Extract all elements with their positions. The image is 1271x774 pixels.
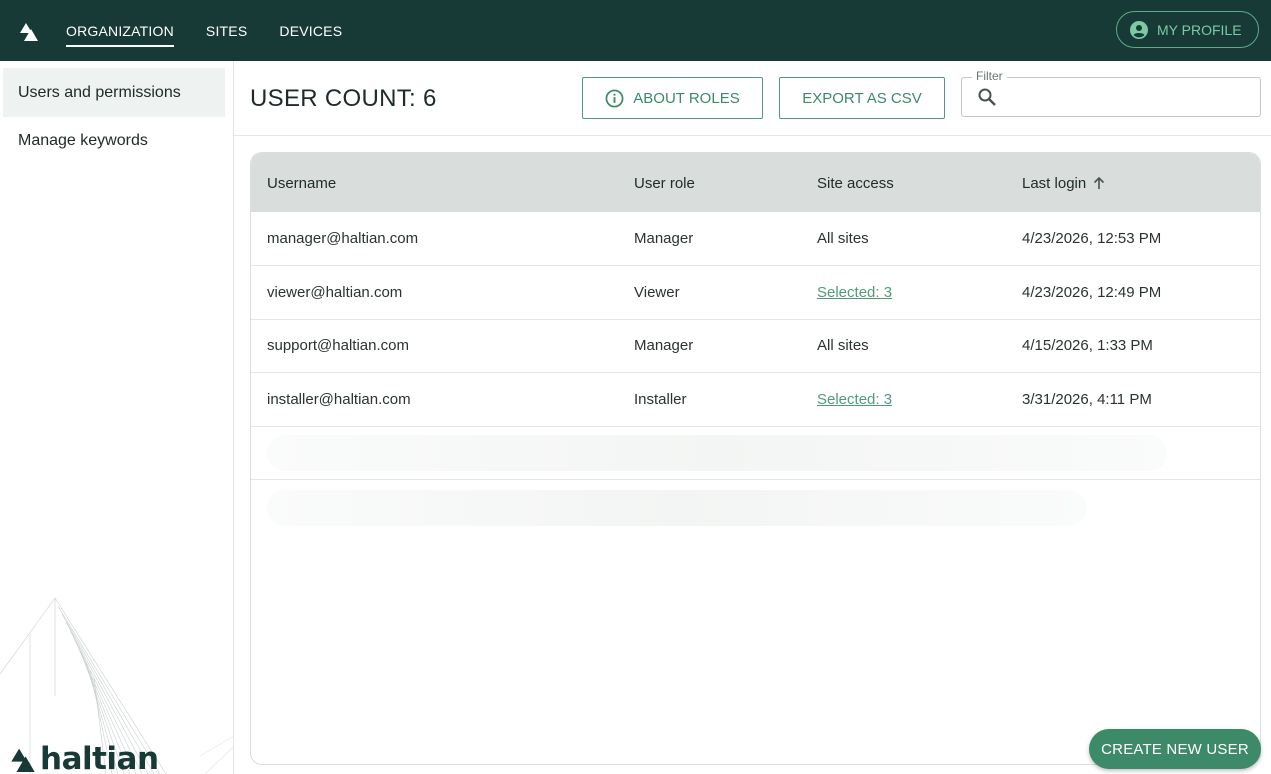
filter-label: Filter [972,69,1007,83]
haltian-logo-icon[interactable] [19,21,39,41]
site-access-link[interactable]: Selected: 3 [817,284,892,301]
loading-row-placeholder [251,426,1260,480]
about-roles-button[interactable]: ABOUT ROLES [582,77,763,119]
cell-username: manager@haltian.com [267,230,419,247]
account-circle-icon [1130,20,1148,39]
table-row[interactable]: support@haltian.com Manager All sites 4/… [251,319,1260,373]
loading-row-placeholder [251,480,1260,534]
column-header-last-login-label: Last login [1022,175,1087,192]
column-header-last-login[interactable]: Last login [1022,175,1106,192]
skeleton-bar [267,435,1167,471]
sidebar-item-manage-keywords[interactable]: Manage keywords [3,116,225,165]
nav-sites[interactable]: SITES [206,0,247,61]
main-nav: ORGANIZATION SITES DEVICES [66,0,342,61]
create-new-user-button[interactable]: CREATE NEW USER [1089,729,1261,769]
table-header: Username User role Site access Last logi… [251,153,1260,212]
nav-devices[interactable]: DEVICES [279,0,342,61]
haltian-brand: haltian [10,741,159,774]
cell-last-login: 3/31/2026, 4:11 PM [1022,391,1152,408]
cell-last-login: 4/23/2026, 12:53 PM [1022,230,1162,247]
column-header-username[interactable]: Username [267,175,336,192]
cell-site-access: All sites [817,230,869,247]
my-profile-label: MY PROFILE [1157,21,1242,38]
users-table: Username User role Site access Last logi… [250,152,1261,765]
filter-field[interactable]: Filter [961,69,1261,117]
table-row[interactable]: viewer@haltian.com Viewer Selected: 3 4/… [251,266,1260,320]
table-row[interactable]: manager@haltian.com Manager All sites 4/… [251,212,1260,266]
nav-organization[interactable]: ORGANIZATION [66,0,174,61]
cell-last-login: 4/15/2026, 1:33 PM [1022,337,1153,354]
info-icon [605,89,624,107]
cell-user-role: Manager [634,337,694,354]
main-header: USER COUNT: 6 ABOUT ROLES EXPORT AS CSV … [234,61,1271,136]
cell-username: support@haltian.com [267,337,409,354]
top-navigation-bar: ORGANIZATION SITES DEVICES MY PROFILE [0,0,1271,61]
cell-user-role: Viewer [634,284,680,301]
my-profile-button[interactable]: MY PROFILE [1116,11,1259,48]
site-access-link[interactable]: Selected: 3 [817,391,892,408]
table-row[interactable]: installer@haltian.com Installer Selected… [251,373,1260,427]
column-header-site-access[interactable]: Site access [817,175,894,192]
filter-input[interactable] [1006,84,1246,110]
about-roles-label: ABOUT ROLES [633,89,740,107]
haltian-logo-icon [11,748,35,772]
cell-last-login: 4/23/2026, 12:49 PM [1022,284,1162,301]
user-count-title: USER COUNT: 6 [250,85,437,112]
cell-site-access: All sites [817,337,869,354]
sidebar: Users and permissions Manage keywords ha… [0,61,234,774]
sidebar-item-users-and-permissions[interactable]: Users and permissions [3,68,225,117]
cell-username: installer@haltian.com [267,391,411,408]
skeleton-bar [267,490,1087,526]
cell-username: viewer@haltian.com [267,284,403,301]
cell-user-role: Manager [634,230,694,247]
column-header-user-role[interactable]: User role [634,175,695,192]
cell-user-role: Installer [634,391,687,408]
brand-name: haltian [40,741,159,774]
search-icon [978,88,996,106]
export-csv-button[interactable]: EXPORT AS CSV [779,77,945,119]
sort-ascending-arrow-icon[interactable] [1092,176,1106,190]
